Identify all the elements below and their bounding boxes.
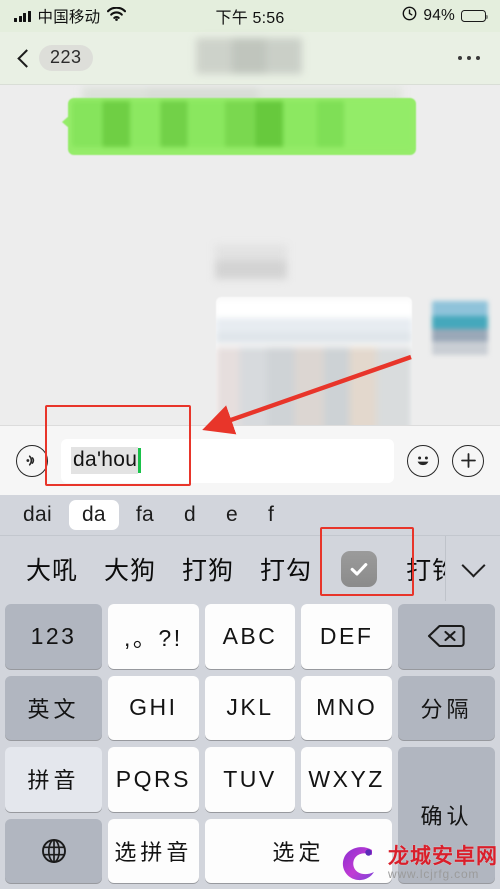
- more-dot: [457, 55, 462, 61]
- back-button[interactable]: 223: [17, 45, 93, 71]
- input-composition-text: da'hou: [71, 447, 139, 474]
- message-content-blurred: [72, 101, 412, 147]
- message-input-field[interactable]: da'hou: [61, 438, 394, 483]
- status-bar-left: 中国移动: [14, 5, 216, 27]
- key-123[interactable]: 123: [5, 604, 102, 669]
- keypad: 123 ,。?! ABC DEF 英文 GHI JKL MNO 分隔 拼音 PQ…: [0, 600, 500, 889]
- key-backspace[interactable]: [397, 604, 495, 669]
- key-tuv[interactable]: TUV: [204, 747, 296, 812]
- emoji-smiley-icon[interactable]: [407, 444, 439, 477]
- key-wxyz[interactable]: WXYZ: [301, 747, 392, 812]
- key-separator[interactable]: 分隔: [397, 675, 495, 740]
- key-pinyin[interactable]: 拼音: [5, 747, 102, 812]
- outgoing-message-bubble[interactable]: [62, 98, 416, 155]
- key-pqrs[interactable]: PQRS: [108, 747, 199, 812]
- candidate-item[interactable]: 大狗: [91, 551, 169, 587]
- pinyin-segment[interactable]: d: [171, 500, 209, 530]
- clock-label: 下午 5:56: [215, 10, 285, 27]
- key-punctuation[interactable]: ,。?!: [108, 604, 199, 669]
- unread-count-badge: 223: [39, 45, 93, 71]
- more-dot: [475, 55, 480, 61]
- chat-title-blurred: [196, 38, 302, 74]
- chat-message-list[interactable]: [0, 85, 500, 425]
- more-dot: [466, 55, 471, 61]
- alarm-icon: [402, 6, 417, 26]
- carrier-label: 中国移动: [37, 9, 101, 26]
- pinyin-segment[interactable]: e: [213, 500, 251, 530]
- key-mno[interactable]: MNO: [301, 675, 392, 740]
- status-bar-right: 94%: [285, 6, 489, 26]
- key-confirm[interactable]: 确认: [397, 747, 495, 883]
- key-select[interactable]: 选定: [204, 818, 392, 883]
- pinyin-segment-selected[interactable]: da: [68, 500, 119, 530]
- chevron-left-icon: [17, 48, 36, 68]
- candidate-item[interactable]: 打勾: [247, 551, 325, 587]
- battery-percent-label: 94%: [423, 7, 455, 24]
- candidate-emoji-checkmark[interactable]: [341, 550, 378, 587]
- pinyin-segment[interactable]: dai: [10, 500, 65, 530]
- pinyin-segment-row[interactable]: dai da fa d e f: [0, 495, 500, 536]
- signal-bars-icon: [14, 10, 31, 22]
- key-select-pinyin[interactable]: 选拼音: [108, 818, 199, 883]
- globe-icon: [41, 838, 66, 863]
- key-english[interactable]: 英文: [5, 675, 102, 740]
- candidate-item[interactable]: 大吼: [13, 551, 91, 587]
- plus-circle-icon[interactable]: [452, 444, 484, 477]
- candidate-expand-button[interactable]: [445, 536, 500, 601]
- chat-input-bar: da'hou: [0, 425, 500, 495]
- message-body-blurred: [216, 347, 412, 425]
- key-jkl[interactable]: JKL: [204, 675, 296, 740]
- more-options-button[interactable]: [456, 48, 483, 69]
- key-globe[interactable]: [5, 818, 102, 883]
- phone-screen: 中国移动 下午 5:56 94% 223 da'hou dai da fa d …: [0, 0, 500, 889]
- incoming-message-bubble[interactable]: [216, 297, 412, 425]
- wifi-icon: [107, 6, 127, 26]
- key-abc[interactable]: ABC: [204, 604, 296, 669]
- status-bar-center: 下午 5:56: [216, 4, 285, 28]
- chevron-down-icon: [460, 552, 486, 578]
- key-def[interactable]: DEF: [301, 604, 392, 669]
- input-method-keyboard: dai da fa d e f 大吼 大狗 打狗 打勾 打钩 123 ,。?!: [0, 495, 500, 889]
- message-preview-blurred: [216, 301, 412, 343]
- candidate-item[interactable]: 打狗: [169, 551, 247, 587]
- candidate-row[interactable]: 大吼 大狗 打狗 打勾 打钩: [0, 536, 500, 601]
- backspace-icon: [428, 625, 466, 648]
- key-ghi[interactable]: GHI: [108, 675, 199, 740]
- text-caret: [138, 448, 141, 473]
- voice-input-icon[interactable]: [16, 444, 48, 477]
- pinyin-segment[interactable]: fa: [123, 500, 167, 530]
- message-thumbnail-blurred[interactable]: [432, 301, 488, 355]
- pinyin-segment[interactable]: f: [255, 500, 287, 530]
- battery-icon: [461, 9, 489, 23]
- status-bar: 中国移动 下午 5:56 94%: [0, 0, 500, 32]
- message-timestamp-blurred: [215, 245, 287, 279]
